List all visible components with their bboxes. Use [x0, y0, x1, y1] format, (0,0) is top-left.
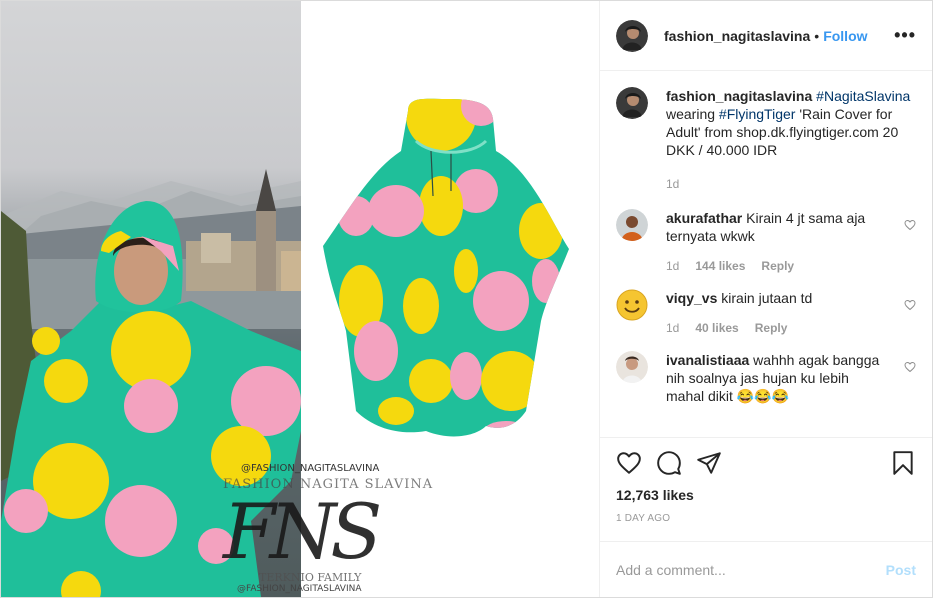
- comment-username[interactable]: viqy_vs: [666, 290, 717, 306]
- comment-item: viqy_vs kirain jutaan td 1d 40 likes Rep…: [616, 289, 916, 337]
- avatar[interactable]: [616, 87, 648, 119]
- post-comment-button[interactable]: Post: [886, 562, 916, 578]
- header-username[interactable]: fashion_nagitaslavina: [664, 28, 810, 44]
- post-date: 1 DAY AGO: [616, 513, 671, 524]
- watermark-handle: @FASHION_NAGITASLAVINA: [241, 463, 380, 474]
- post-actions: [600, 437, 932, 487]
- avatar[interactable]: [616, 209, 648, 241]
- follow-button[interactable]: Follow: [823, 28, 867, 44]
- comment-item: akurafathar Kirain 4 jt sama aja ternyat…: [616, 209, 916, 275]
- comment-time: 1d: [666, 321, 680, 335]
- comment-likes[interactable]: 144 likes: [695, 257, 745, 275]
- bookmark-icon[interactable]: [890, 450, 916, 476]
- comment-time: 1d: [666, 259, 680, 273]
- instagram-post: @FASHION_NAGITASLAVINA FASHION NAGITA SL…: [0, 0, 933, 598]
- header-separator: •: [814, 27, 820, 44]
- comments-list[interactable]: fashion_nagitaslavina #NagitaSlavina wea…: [600, 71, 932, 437]
- caption-time: 1d: [666, 177, 680, 191]
- heart-icon[interactable]: [616, 450, 642, 476]
- comment-username[interactable]: akurafathar: [666, 210, 742, 226]
- more-options-icon[interactable]: •••: [894, 25, 916, 46]
- watermark-family: TERKNIO FAMILY: [259, 571, 362, 584]
- comment-text: kirain jutaan td: [721, 290, 813, 306]
- caption-text: wearing: [666, 106, 716, 122]
- comment-like-heart-icon[interactable]: [904, 299, 916, 311]
- comment-input[interactable]: [616, 561, 886, 578]
- caption-username[interactable]: fashion_nagitaslavina: [666, 88, 812, 104]
- comment-like-heart-icon[interactable]: [904, 361, 916, 373]
- avatar[interactable]: [616, 351, 648, 383]
- reply-button[interactable]: Reply: [761, 257, 794, 275]
- post-media[interactable]: @FASHION_NAGITASLAVINA FASHION NAGITA SL…: [1, 1, 599, 597]
- watermark-logo: FNS: [223, 487, 382, 576]
- comment-like-heart-icon[interactable]: [904, 219, 916, 231]
- post-header: fashion_nagitaslavina • Follow •••: [600, 1, 932, 71]
- watermark-handle-2: @FASHION_NAGITASLAVINA: [237, 584, 362, 594]
- avatar[interactable]: [616, 19, 648, 52]
- share-icon[interactable]: [696, 450, 722, 476]
- avatar[interactable]: [616, 289, 648, 321]
- comment-icon[interactable]: [656, 450, 682, 476]
- comment-item: ivanalistiaaa wahhh agak bangga nih soal…: [616, 351, 916, 405]
- hashtag-link[interactable]: #FlyingTiger: [719, 106, 796, 122]
- caption: fashion_nagitaslavina #NagitaSlavina wea…: [616, 87, 916, 193]
- add-comment-bar: Post: [600, 541, 932, 597]
- comment-username[interactable]: ivanalistiaaa: [666, 352, 749, 368]
- reply-button[interactable]: Reply: [755, 319, 788, 337]
- comment-likes[interactable]: 40 likes: [695, 319, 738, 337]
- hashtag-link[interactable]: #NagitaSlavina: [816, 88, 910, 104]
- likes-count[interactable]: 12,763 likes: [600, 487, 932, 509]
- post-sidebar: fashion_nagitaslavina • Follow ••• fashi…: [599, 1, 932, 597]
